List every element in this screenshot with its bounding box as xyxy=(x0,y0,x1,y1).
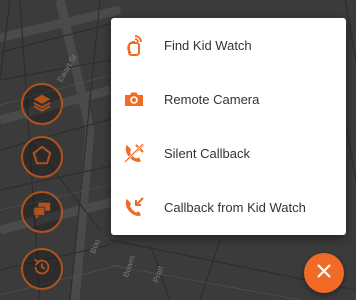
map-layers-button[interactable] xyxy=(21,83,63,125)
chat-button[interactable] xyxy=(21,191,63,233)
silent-callback-icon xyxy=(122,141,146,165)
callback-icon xyxy=(122,195,146,219)
layers-icon xyxy=(31,91,53,118)
close-menu-button[interactable] xyxy=(304,253,344,293)
geofence-icon xyxy=(31,144,53,171)
menu-item-find-kid-watch[interactable]: Find Kid Watch xyxy=(111,19,346,71)
find-watch-icon xyxy=(122,33,146,57)
menu-item-silent-callback[interactable]: Silent Callback xyxy=(111,127,346,179)
chat-icon xyxy=(31,199,53,226)
menu-item-label: Silent Callback xyxy=(164,145,250,161)
menu-item-label: Find Kid Watch xyxy=(164,37,252,53)
history-button[interactable] xyxy=(21,248,63,290)
close-icon xyxy=(316,263,332,284)
history-icon xyxy=(31,256,53,283)
camera-icon xyxy=(122,87,146,111)
menu-item-callback-from-kid-watch[interactable]: Callback from Kid Watch xyxy=(111,181,346,233)
actions-menu: Find Kid Watch Remote Camera Silent Call… xyxy=(111,18,346,235)
geofence-button[interactable] xyxy=(21,136,63,178)
menu-item-label: Callback from Kid Watch xyxy=(164,199,306,215)
menu-item-label: Remote Camera xyxy=(164,91,260,107)
menu-item-remote-camera[interactable]: Remote Camera xyxy=(111,73,346,125)
